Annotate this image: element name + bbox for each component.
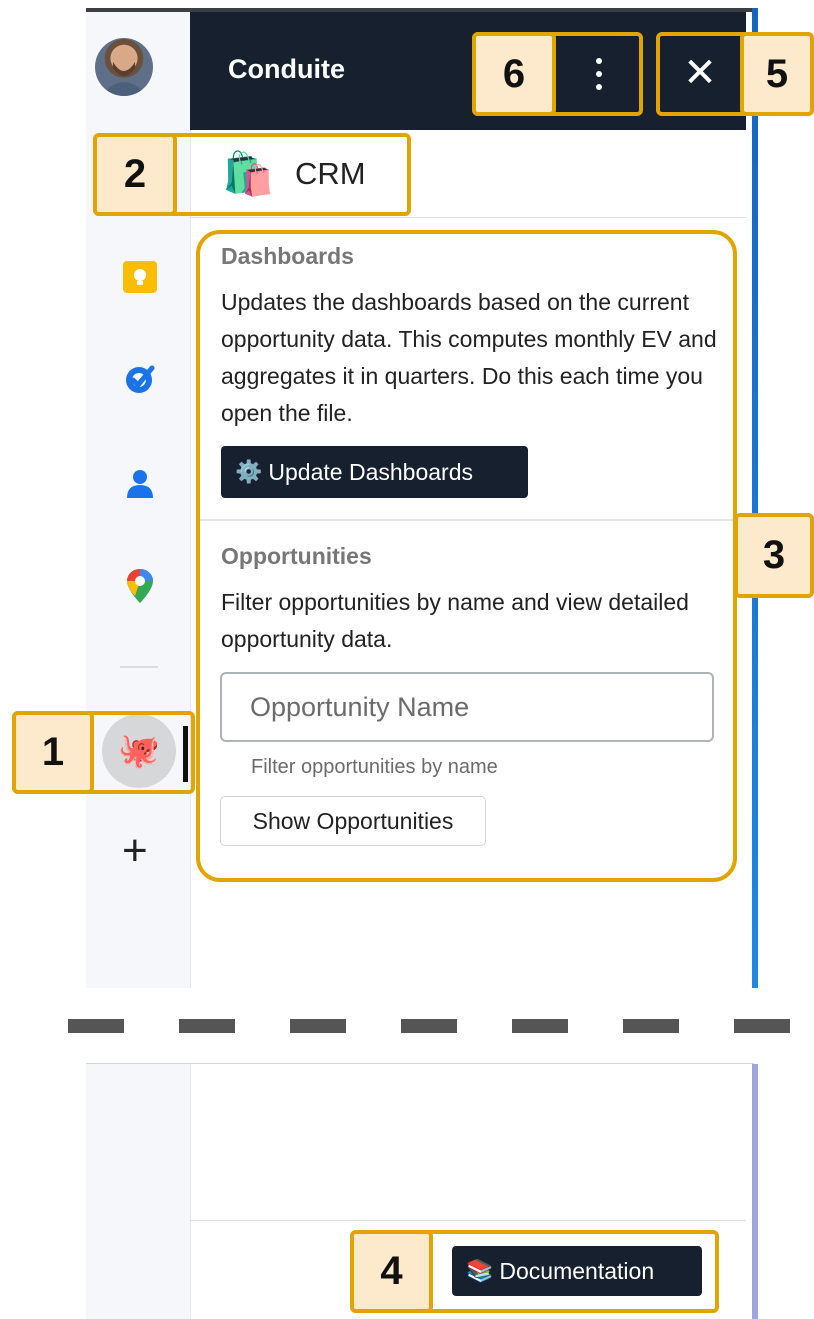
callout-3-label: 3 bbox=[734, 513, 814, 598]
divider bbox=[190, 217, 746, 218]
plus-icon: + bbox=[122, 826, 148, 875]
add-app-button[interactable]: + bbox=[122, 826, 148, 876]
user-avatar[interactable] bbox=[95, 38, 153, 96]
app-rail-bottom bbox=[86, 1064, 191, 1319]
contacts-icon[interactable] bbox=[126, 468, 154, 500]
avatar-image bbox=[101, 49, 147, 96]
callout-2-label: 2 bbox=[93, 133, 177, 216]
panel-title: Conduite bbox=[228, 54, 345, 84]
rail-divider bbox=[120, 666, 158, 668]
crop-separator bbox=[401, 1019, 457, 1033]
panel-right-edge bbox=[752, 8, 758, 988]
crop-separator bbox=[179, 1019, 235, 1033]
crop-separator bbox=[68, 1019, 124, 1033]
capture-edge bbox=[86, 1063, 754, 1064]
callout-3-box bbox=[196, 230, 737, 882]
maps-icon[interactable] bbox=[126, 568, 154, 604]
crop-separator bbox=[623, 1019, 679, 1033]
callout-4-label: 4 bbox=[350, 1230, 433, 1313]
panel-right-edge-bottom bbox=[752, 1064, 758, 1319]
callout-5-label: 5 bbox=[740, 32, 814, 116]
crop-separator bbox=[734, 1019, 790, 1033]
callout-6-label: 6 bbox=[472, 32, 556, 116]
crop-separator bbox=[512, 1019, 568, 1033]
keep-icon[interactable] bbox=[122, 260, 158, 294]
tasks-icon[interactable] bbox=[122, 362, 158, 396]
callout-1-label: 1 bbox=[12, 711, 94, 794]
crop-separator bbox=[290, 1019, 346, 1033]
footer-divider bbox=[190, 1220, 746, 1221]
